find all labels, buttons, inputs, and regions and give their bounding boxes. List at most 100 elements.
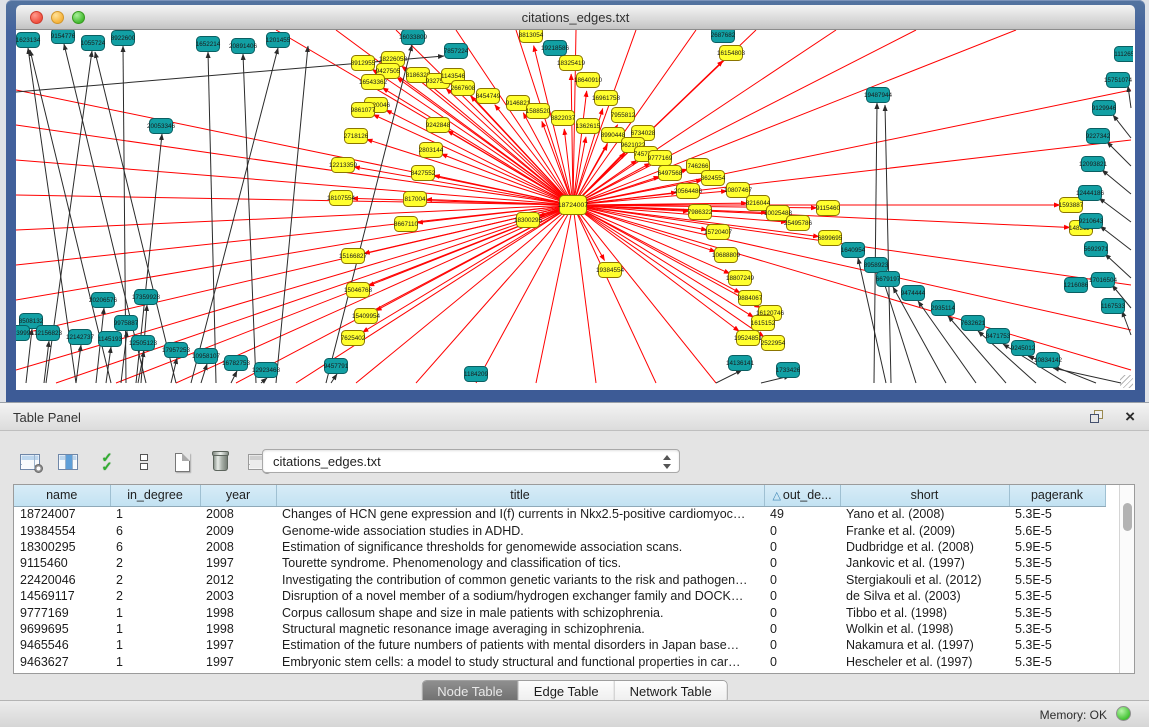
select-all-button[interactable]: ✓✓ [90, 444, 122, 480]
graph-node[interactable]: 8822037 [551, 111, 576, 126]
graph-node[interactable]: 8667110 [394, 217, 419, 232]
table-row[interactable]: 2242004622012Investigating the contribut… [14, 572, 1105, 588]
graph-node[interactable]: 9129946 [1092, 101, 1117, 116]
citation-edge-selected[interactable] [296, 205, 573, 383]
citation-edge-selected[interactable] [573, 205, 716, 383]
graph-node[interactable]: 12505123 [129, 336, 158, 351]
graph-node[interactable]: 10807467 [724, 183, 753, 198]
graph-node[interactable]: 2522954 [761, 336, 786, 351]
graph-node[interactable]: 17016504 [1089, 273, 1118, 288]
show-column-button[interactable] [52, 444, 84, 480]
citation-edge-selected[interactable] [573, 205, 656, 383]
graph-node[interactable]: 1184209 [464, 367, 489, 382]
graph-node[interactable]: 3624554 [701, 171, 726, 186]
table-cell[interactable]: Estimation of significance thresholds fo… [276, 539, 764, 555]
table-cell[interactable]: 6 [110, 539, 200, 555]
citation-edge[interactable] [201, 364, 207, 383]
graph-node[interactable]: 1216086 [1064, 278, 1089, 293]
graph-node[interactable]: 817004 [404, 192, 427, 207]
column-header-name[interactable]: name [14, 485, 110, 506]
graph-node[interactable]: 19218586 [541, 41, 570, 56]
graph-node[interactable]: 19524851 [734, 331, 763, 346]
graph-node[interactable]: 12923468 [252, 363, 281, 378]
citation-edge[interactable] [1128, 86, 1131, 108]
table-cell[interactable]: 2 [110, 555, 200, 571]
table-cell[interactable]: 5.3E-5 [1009, 555, 1105, 571]
graph-node[interactable]: 2667608 [451, 81, 476, 96]
column-header-title[interactable]: title [276, 485, 764, 506]
column-header-year[interactable]: year [200, 485, 276, 506]
graph-node[interactable]: 18640910 [574, 73, 603, 88]
citation-edge-selected[interactable] [356, 205, 573, 383]
citation-edge[interactable] [1113, 115, 1131, 138]
citation-edge[interactable] [1102, 170, 1131, 194]
graph-node[interactable]: 1145193 [98, 332, 123, 347]
table-cell[interactable]: Structural magnetic resonance image aver… [276, 621, 764, 637]
column-header-in_degree[interactable]: in_degree [110, 485, 200, 506]
table-cell[interactable]: Hescheler et al. (1997) [840, 654, 1009, 670]
table-cell[interactable]: Stergiakouli et al. (2012) [840, 572, 1009, 588]
graph-node[interactable]: 3313999 [16, 326, 31, 341]
table-cell[interactable]: 0 [764, 539, 840, 555]
table-cell[interactable]: 1 [110, 654, 200, 670]
memory-ok-indicator-icon[interactable] [1116, 706, 1131, 721]
table-cell[interactable]: Genome-wide association studies in ADHD. [276, 522, 764, 538]
column-header-short[interactable]: short [840, 485, 1009, 506]
table-cell[interactable]: 1 [110, 621, 200, 637]
graph-node[interactable]: 19487944 [864, 88, 893, 103]
table-cell[interactable]: 5.5E-5 [1009, 572, 1105, 588]
table-cell[interactable]: 2009 [200, 522, 276, 538]
table-row[interactable]: 946362711997Embryonic stem cells: a mode… [14, 654, 1105, 670]
table-cell[interactable]: 9115460 [14, 555, 110, 571]
table-cell[interactable]: 1997 [200, 654, 276, 670]
citation-edge[interactable] [231, 371, 237, 383]
graph-node[interactable]: 9474444 [901, 286, 926, 301]
graph-node[interactable]: 10688809 [712, 248, 741, 263]
table-row[interactable]: 1830029562008Estimation of significance … [14, 539, 1105, 555]
table-row[interactable]: 1872400712008Changes of HCN gene express… [14, 506, 1105, 522]
graph-node[interactable]: 9884067 [738, 291, 763, 306]
citation-edge[interactable] [716, 370, 742, 383]
graph-node[interactable]: 1733426 [776, 363, 801, 378]
table-cell[interactable]: Tourette syndrome. Phenomenology and cla… [276, 555, 764, 571]
table-cell[interactable]: 0 [764, 572, 840, 588]
graph-node[interactable]: 1615152 [751, 316, 776, 331]
graph-node[interactable]: 17359928 [132, 290, 161, 305]
graph-node[interactable]: 7857224 [444, 44, 469, 59]
table-cell[interactable]: 19384554 [14, 522, 110, 538]
float-panel-icon[interactable] [1090, 410, 1105, 424]
table-cell[interactable]: 5.9E-5 [1009, 539, 1105, 555]
graph-node[interactable]: 20206576 [89, 293, 118, 308]
table-cell[interactable]: 0 [764, 637, 840, 653]
graph-node[interactable]: 1362615 [576, 119, 601, 134]
graph-node[interactable]: 20564486 [674, 184, 703, 199]
table-cell[interactable]: 5.6E-5 [1009, 522, 1105, 538]
graph-node[interactable]: 15166827 [339, 249, 368, 264]
table-cell[interactable]: 5.3E-5 [1009, 588, 1105, 604]
table-cell[interactable]: Franke et al. (2009) [840, 522, 1009, 538]
graph-node[interactable]: 8813054 [519, 30, 544, 43]
graph-node[interactable]: 1640954 [841, 243, 866, 258]
citation-edge[interactable] [1099, 198, 1131, 222]
graph-node[interactable]: 15409954 [352, 309, 381, 324]
table-cell[interactable]: Changes of HCN gene expression and I(f) … [276, 506, 764, 522]
graph-node[interactable]: 15720407 [704, 225, 733, 240]
table-cell[interactable]: 14569117 [14, 588, 110, 604]
table-cell[interactable]: Corpus callosum shape and size in male p… [276, 604, 764, 620]
new-table-button[interactable] [166, 444, 198, 480]
network-window-titlebar[interactable]: citations_edges.txt [16, 5, 1135, 30]
graph-node[interactable]: 7986322 [688, 205, 713, 220]
table-cell[interactable]: 0 [764, 555, 840, 571]
citation-edge-selected[interactable] [16, 195, 573, 205]
table-cell[interactable]: 2008 [200, 539, 276, 555]
table-cell[interactable]: 0 [764, 654, 840, 670]
table-cell[interactable]: 2 [110, 572, 200, 588]
graph-node[interactable]: 18300295 [514, 213, 543, 228]
table-cell[interactable]: 9465546 [14, 637, 110, 653]
citation-edge-selected[interactable] [573, 205, 596, 383]
table-row[interactable]: 977716911998Corpus callosum shape and si… [14, 604, 1105, 620]
graph-node[interactable]: 1055724 [81, 36, 106, 51]
graph-node[interactable]: 12156823 [34, 326, 63, 341]
graph-node[interactable]: 8912955 [351, 56, 376, 71]
table-selector-combobox[interactable]: citations_edges.txt [262, 449, 680, 473]
